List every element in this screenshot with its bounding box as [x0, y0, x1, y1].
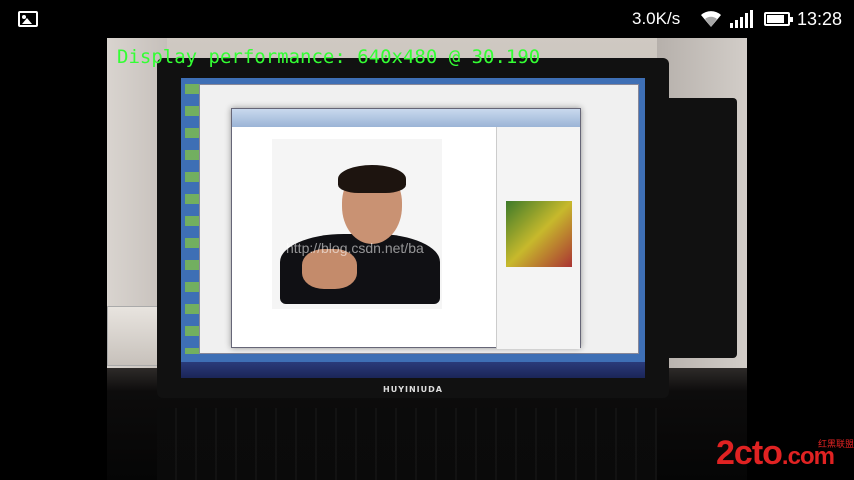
monitor-screen [181, 78, 645, 378]
wifi-icon [701, 11, 721, 27]
logo-main-text: 2cto [716, 434, 783, 472]
keyboard [157, 408, 657, 480]
camera-preview: HUYINIUDA [107, 38, 747, 480]
clock: 13:28 [797, 9, 843, 29]
monitor-brand: HUYINIUDA [383, 385, 443, 394]
thumbnail-image [506, 201, 572, 267]
taskbar [181, 362, 645, 378]
portrait-hair [338, 165, 406, 193]
monitor: HUYINIUDA [157, 58, 669, 398]
logo-main: 2cto.com [716, 434, 835, 476]
image-viewer-window [231, 108, 581, 349]
side-panel [496, 127, 580, 349]
portrait-photo [272, 139, 442, 309]
desktop-icons [185, 84, 199, 354]
url-watermark: http://blog.csdn.net/ba [286, 240, 424, 256]
speaker [107, 306, 159, 366]
signal-icon [730, 10, 753, 28]
battery-icon [764, 12, 793, 26]
performance-overlay: Display performance: 640x480 @ 30.190 [117, 46, 541, 68]
network-speed: 3.0K/s [632, 9, 681, 28]
status-bar: 3.0K/s 13:28 [0, 0, 854, 40]
window-titlebar [232, 109, 580, 127]
logo-subtitle: 红黑联盟 [818, 440, 854, 450]
gallery-notification-icon [18, 11, 38, 27]
